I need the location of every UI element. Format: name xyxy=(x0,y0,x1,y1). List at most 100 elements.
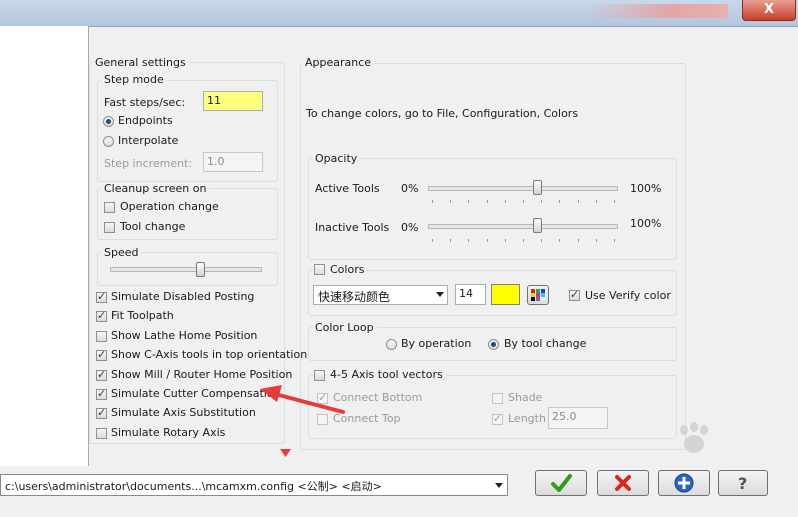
cancel-button[interactable] xyxy=(597,470,649,496)
operation-change-label: Operation change xyxy=(120,200,219,213)
inactive-tools-slider-thumb[interactable] xyxy=(533,218,542,233)
active-tools-slider-thumb[interactable] xyxy=(533,180,542,195)
endpoints-radio[interactable] xyxy=(103,116,114,127)
colors-checkbox[interactable] xyxy=(314,264,325,275)
appearance-title: Appearance xyxy=(302,56,375,69)
opacity-group xyxy=(308,158,677,260)
title-highlight xyxy=(588,4,728,18)
chevron-down-icon xyxy=(495,483,503,488)
opacity-title: Opacity xyxy=(312,152,361,165)
slider-tick xyxy=(505,200,506,203)
active-tools-label: Active Tools xyxy=(315,182,380,195)
option-label: Simulate Rotary Axis xyxy=(111,426,226,439)
palette-icon xyxy=(531,289,545,301)
option-checkbox[interactable] xyxy=(96,331,107,342)
slider-tick xyxy=(578,200,579,203)
option-label: Show Lathe Home Position xyxy=(111,329,258,342)
option-checkbox[interactable] xyxy=(96,290,107,303)
annotation-arrow xyxy=(260,385,345,414)
color-number-input[interactable]: 14 xyxy=(455,284,486,305)
option-checkbox[interactable] xyxy=(96,309,107,322)
color-type-dropdown[interactable]: 快速移动颜色 xyxy=(313,285,448,305)
option-checkbox[interactable] xyxy=(96,428,107,439)
chevron-down-icon xyxy=(436,292,444,297)
slider-tick xyxy=(541,200,542,203)
inactive-tools-slider-track[interactable] xyxy=(428,224,618,229)
apply-button[interactable] xyxy=(658,470,710,496)
slider-tick xyxy=(596,200,597,203)
by-tool-change-radio[interactable] xyxy=(488,339,499,350)
inactive-tools-label: Inactive Tools xyxy=(315,221,390,234)
slider-tick xyxy=(450,239,451,242)
by-operation-label: By operation xyxy=(401,337,472,350)
color-palette-button[interactable] xyxy=(527,285,549,305)
operation-change-checkbox[interactable] xyxy=(104,202,115,213)
inactive-max-label: 100% xyxy=(630,217,662,230)
baidu-watermark-icon xyxy=(680,422,708,453)
inactive-tools-ticks xyxy=(432,239,616,243)
length-checkbox[interactable] xyxy=(492,412,503,425)
active-tools-ticks xyxy=(432,200,616,204)
active-tools-slider-track[interactable] xyxy=(428,186,618,191)
step-increment-label: Step increment: xyxy=(104,157,193,170)
interpolate-radio[interactable] xyxy=(103,136,114,147)
option-label: Simulate Axis Substitution xyxy=(111,406,256,419)
slider-tick xyxy=(523,200,524,203)
colors-title: Colors xyxy=(327,263,368,276)
interpolate-label: Interpolate xyxy=(118,134,179,147)
slider-tick xyxy=(468,239,469,242)
axis-vectors-title: 4-5 Axis tool vectors xyxy=(327,368,446,381)
config-path-dropdown[interactable]: c:\users\administrator\documents...\mcam… xyxy=(0,474,508,496)
svg-text:?: ? xyxy=(738,474,747,493)
option-label: Simulate Disabled Posting xyxy=(111,290,255,303)
config-path-value: c:\users\administrator\documents...\mcam… xyxy=(5,480,382,493)
left-pane xyxy=(0,26,89,466)
speed-slider-track[interactable] xyxy=(110,267,262,272)
check-icon xyxy=(551,474,572,492)
general-settings-title: General settings xyxy=(92,56,189,69)
inactive-min-label: 0% xyxy=(401,221,419,234)
slider-tick xyxy=(578,239,579,242)
color-loop-title: Color Loop xyxy=(312,321,377,334)
use-verify-color-checkbox[interactable] xyxy=(569,288,580,301)
title-bar: X xyxy=(0,0,798,27)
ok-button[interactable] xyxy=(535,470,587,496)
step-increment-input[interactable]: 1.0 xyxy=(203,152,263,172)
by-tool-change-label: By tool change xyxy=(504,337,587,350)
by-operation-radio[interactable] xyxy=(386,339,397,350)
tool-change-label: Tool change xyxy=(120,220,186,233)
help-button[interactable]: ? xyxy=(718,470,768,496)
cleanup-title: Cleanup screen on xyxy=(101,182,210,195)
tool-change-checkbox[interactable] xyxy=(104,222,115,233)
speed-title: Speed xyxy=(101,246,142,259)
color-type-value: 快速移动颜色 xyxy=(318,290,391,304)
shade-label: Shade xyxy=(508,391,543,404)
option-checkbox[interactable] xyxy=(96,348,107,361)
slider-tick xyxy=(596,239,597,242)
color-swatch[interactable] xyxy=(491,284,520,305)
active-max-label: 100% xyxy=(630,182,662,195)
length-input[interactable]: 25.0 xyxy=(548,407,608,429)
option-checkbox[interactable] xyxy=(96,387,107,400)
speed-slider-thumb[interactable] xyxy=(196,262,205,277)
slider-tick xyxy=(450,200,451,203)
slider-tick xyxy=(432,200,433,203)
slider-tick xyxy=(541,239,542,242)
option-label: Fit Toolpath xyxy=(111,309,174,322)
slider-tick xyxy=(468,200,469,203)
shade-checkbox[interactable] xyxy=(492,393,503,404)
slider-tick xyxy=(559,239,560,242)
option-label: Show Mill / Router Home Position xyxy=(111,368,293,381)
axis-vectors-checkbox[interactable] xyxy=(314,370,325,381)
plus-icon xyxy=(674,473,694,493)
colors-info-text: To change colors, go to File, Configurat… xyxy=(306,107,579,120)
close-button[interactable]: X xyxy=(742,0,796,21)
marker-triangle-icon xyxy=(280,449,291,457)
fast-steps-input[interactable]: 11 xyxy=(203,91,263,111)
slider-tick xyxy=(487,200,488,203)
option-checkbox[interactable] xyxy=(96,368,107,381)
slider-tick xyxy=(614,239,615,242)
slider-tick xyxy=(523,239,524,242)
option-checkbox[interactable] xyxy=(96,406,107,419)
step-mode-title: Step mode xyxy=(101,73,167,86)
